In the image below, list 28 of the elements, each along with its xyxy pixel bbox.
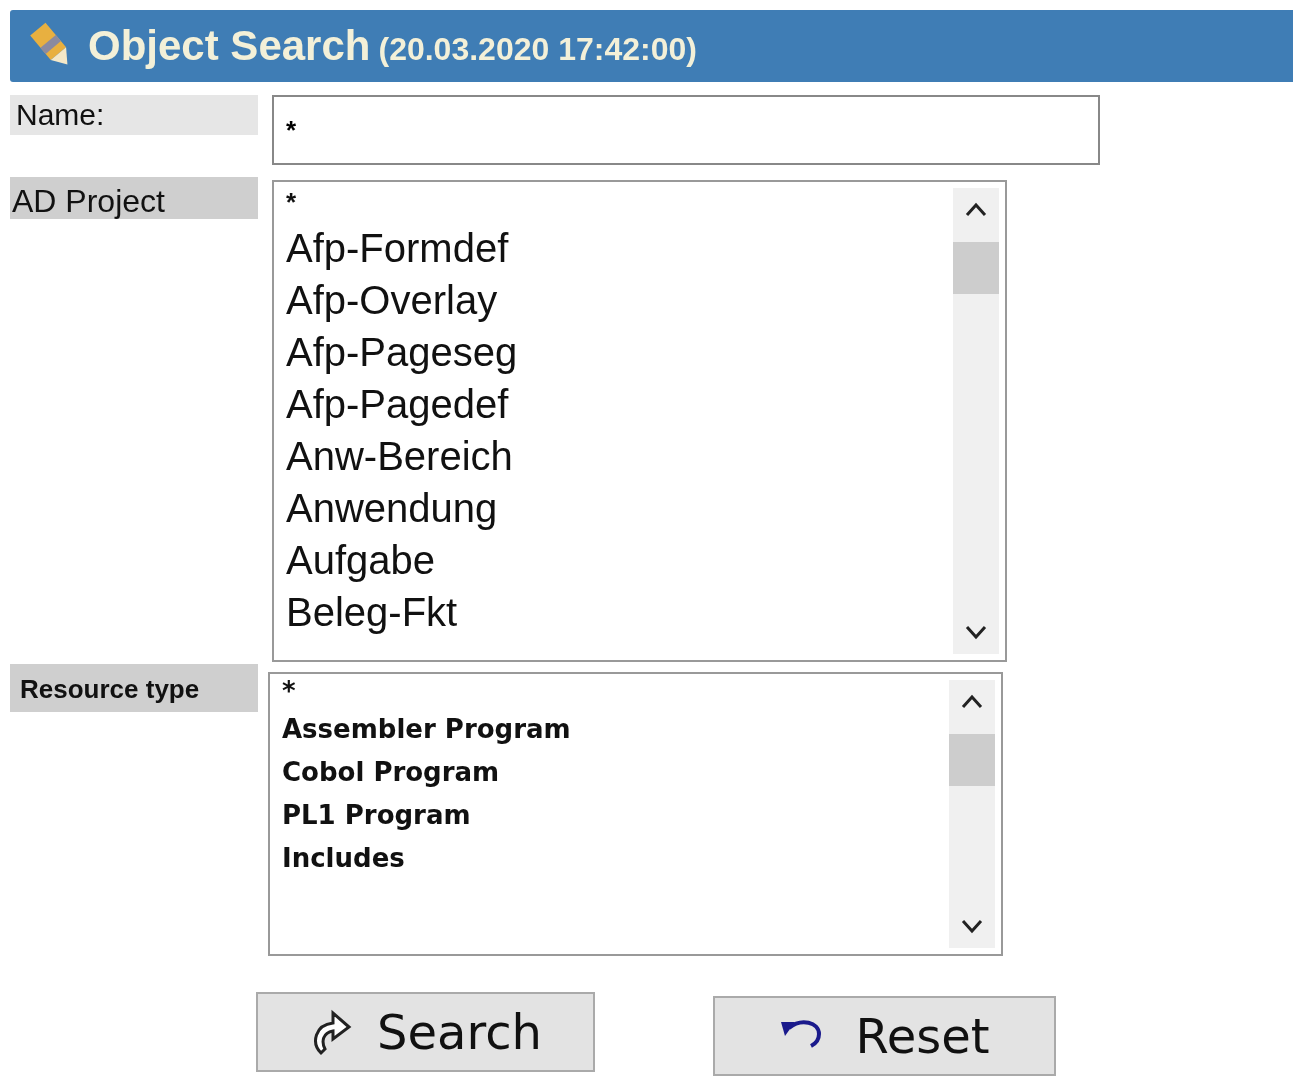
list-item[interactable]: Assembler Program xyxy=(282,708,949,751)
scroll-thumb[interactable] xyxy=(949,734,995,786)
list-item[interactable]: Afp-Pagedef xyxy=(286,378,953,430)
scrollbar[interactable] xyxy=(953,188,999,654)
list-box[interactable]: * Afp-Formdef Afp-Overlay Afp-Pageseg Afp-Pagedef Anw-Bereich Anwendung Aufgabe Beleg-Fkt xyxy=(272,180,1007,662)
list-item[interactable]: * xyxy=(286,182,953,222)
scrollbar[interactable] xyxy=(949,680,995,948)
search-button[interactable]: Search xyxy=(256,992,595,1072)
list-item[interactable]: Beleg-Fkt xyxy=(286,586,953,638)
window-title: Object Search xyxy=(88,22,371,70)
list-item[interactable]: Cobol Program xyxy=(282,751,949,794)
list-box[interactable]: * Assembler Program Cobol Program PL1 Program Includes xyxy=(268,672,1003,956)
list-item[interactable]: Afp-Pageseg xyxy=(286,326,953,378)
timestamp: (20.03.2020 17:42:00) xyxy=(378,30,697,68)
list-item[interactable]: Includes xyxy=(282,837,949,880)
list-item[interactable]: Afp-Formdef xyxy=(286,222,953,274)
field-label: Resource type xyxy=(10,664,258,712)
list-item[interactable]: Anwendung xyxy=(286,482,953,534)
list-item[interactable]: Aufgabe xyxy=(286,534,953,586)
field-label: AD Project xyxy=(10,177,258,219)
field-label: Name: xyxy=(10,95,258,135)
list-item[interactable]: Anw-Bereich xyxy=(286,430,953,482)
name-field[interactable]: * xyxy=(272,95,1100,165)
list-item[interactable]: * xyxy=(282,674,949,708)
reset-button[interactable]: Reset xyxy=(713,996,1056,1076)
list-item[interactable]: PL1 Program xyxy=(282,794,949,837)
scroll-thumb[interactable] xyxy=(953,242,999,294)
list-item[interactable]: Afp-Overlay xyxy=(286,274,953,326)
